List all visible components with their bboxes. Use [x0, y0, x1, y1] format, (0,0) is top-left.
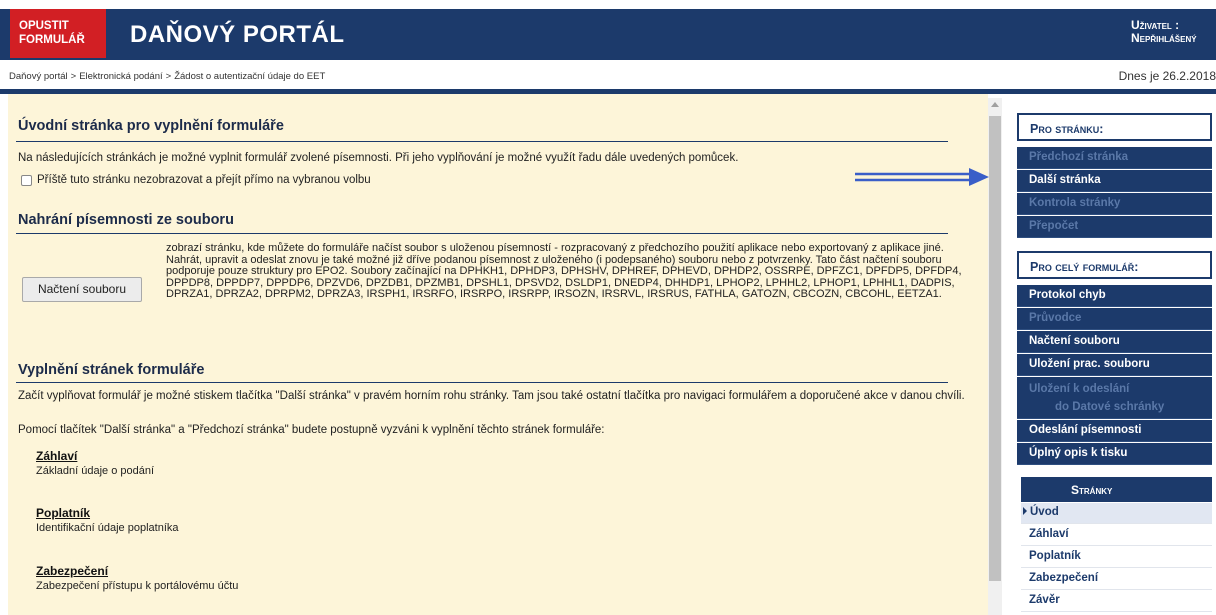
- main-content: Úvodní stránka pro vyplnění formuláře Na…: [8, 94, 988, 615]
- current-date: Dnes je 26.2.2018: [1118, 69, 1216, 83]
- breadcrumb-bar: Daňový portál > Elektronická podání > Žádost…: [0, 64, 1216, 88]
- breadcrumb: Daňový portál > Elektronická podání > Žádost…: [9, 71, 326, 82]
- fill-text-2: Pomocí tlačítek "Další stránka" a "Předc…: [18, 424, 605, 436]
- recalculate-button[interactable]: Přepočet: [1017, 216, 1212, 238]
- upload-title-rule: [16, 233, 948, 234]
- sidebar-page-poplatnik[interactable]: Poplatník: [1021, 547, 1212, 568]
- fill-title: Vyplnění stránek formuláře: [18, 362, 205, 378]
- scroll-up-icon[interactable]: [991, 102, 999, 107]
- breadcrumb-item-submissions[interactable]: Elektronická podání: [79, 71, 162, 82]
- sidebar-page-zabezpeceni[interactable]: Zabezpečení: [1021, 569, 1212, 590]
- user-status: Uživatel : Nepřihlášený: [1131, 19, 1197, 45]
- content-scrollbar[interactable]: [988, 98, 1002, 615]
- sidebar-page-uvod[interactable]: Úvod: [1021, 503, 1212, 524]
- error-log-button[interactable]: Protokol chyb: [1017, 285, 1212, 307]
- full-print-copy-button[interactable]: Úplný opis k tisku: [1017, 443, 1212, 465]
- page-desc-zahlavi: Základní údaje o podání: [36, 465, 155, 477]
- scroll-thumb[interactable]: [989, 116, 1001, 581]
- submit-document-button[interactable]: Odeslání písemnosti: [1017, 420, 1212, 442]
- load-file-menu-button[interactable]: Načtení souboru: [1017, 331, 1212, 353]
- save-for-submission-button[interactable]: Uložení k odeslání do Datové schránky: [1017, 377, 1212, 419]
- fill-title-rule: [16, 382, 948, 383]
- intro-title-rule: [16, 141, 948, 142]
- page-link-poplatnik[interactable]: Poplatník: [36, 506, 179, 520]
- page-link-zabezpeceni[interactable]: Zabezpečení: [36, 564, 238, 578]
- upload-title: Nahrání písemnosti ze souboru: [18, 212, 234, 228]
- fill-text-1: Začít vyplňovat formulář je možné stiske…: [18, 390, 965, 402]
- save-work-file-button[interactable]: Uložení prac. souboru: [1017, 354, 1212, 376]
- exit-label-line2: FORMULÁŘ: [19, 34, 85, 46]
- sidebar-page-zaver[interactable]: Závěr: [1021, 591, 1212, 612]
- load-file-button[interactable]: Načtení souboru: [22, 277, 142, 302]
- intro-text: Na následujících stránkách je možné vypl…: [18, 152, 739, 164]
- prev-page-button[interactable]: Předchozí stránka: [1017, 147, 1212, 169]
- exit-label-line1: OPUSTIT: [19, 20, 69, 32]
- next-page-button[interactable]: Další stránka: [1017, 170, 1212, 192]
- sidebar-page-label: Úvod: [1030, 506, 1059, 518]
- list-item: Poplatník Identifikační údaje poplatníka: [36, 506, 179, 534]
- user-value: Nepřihlášený: [1131, 31, 1197, 45]
- skip-page-option[interactable]: Příště tuto stránku nezobrazovat a přejí…: [21, 174, 371, 186]
- portal-title: DAŇOVÝ PORTÁL: [130, 21, 345, 48]
- skip-page-label: Příště tuto stránku nezobrazovat a přejí…: [37, 174, 371, 186]
- check-page-button[interactable]: Kontrola stránky: [1017, 193, 1212, 215]
- list-item: Záhlaví Základní údaje o podání: [36, 449, 154, 477]
- intro-title: Úvodní stránka pro vyplnění formuláře: [18, 118, 284, 134]
- skip-page-checkbox[interactable]: [21, 174, 32, 186]
- pages-header: Stránky: [1021, 477, 1212, 502]
- pointer-arrow-icon: [855, 168, 989, 186]
- page-desc-poplatnik: Identifikační údaje poplatníka: [36, 522, 179, 534]
- exit-form-button[interactable]: OPUSTIT FORMULÁŘ: [10, 9, 106, 58]
- active-page-icon: [1023, 507, 1027, 515]
- page-actions-header: Pro stránku:: [1017, 113, 1212, 141]
- page-link-zahlavi[interactable]: Záhlaví: [36, 449, 154, 463]
- list-item: Zabezpečení Zabezpečení přístupu k portá…: [36, 564, 238, 592]
- save-for-submission-line2: do Datové schránky: [1055, 401, 1165, 413]
- save-for-submission-line1: Uložení k odeslání: [1029, 383, 1130, 395]
- sidebar-page-zahlavi[interactable]: Záhlaví: [1021, 525, 1212, 546]
- form-actions-header: Pro celý formulář:: [1017, 251, 1212, 279]
- breadcrumb-item-current: Žádost o autentizační údaje do EET: [174, 71, 326, 82]
- guide-button[interactable]: Průvodce: [1017, 308, 1212, 330]
- breadcrumb-item-portal[interactable]: Daňový portál: [9, 71, 68, 82]
- load-file-description: zobrazí stránku, kde můžete do formuláře…: [166, 242, 962, 300]
- page-desc-zabezpeceni: Zabezpečení přístupu k portálovému účtu: [36, 580, 239, 592]
